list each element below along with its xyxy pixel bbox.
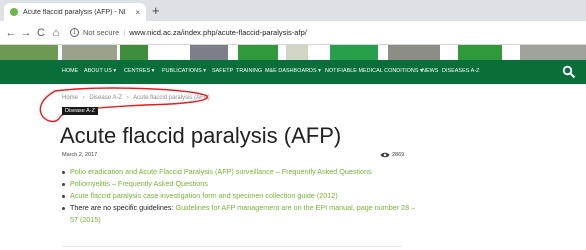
nav-item-home[interactable]: HOME	[62, 68, 78, 74]
resource-link[interactable]: Poliomyelitis – Frequently Asked Questio…	[70, 179, 208, 188]
browser-tab-strip: Acute flaccid paralysis (AFP) - NI × +	[0, 0, 586, 21]
address-separator: |	[123, 28, 126, 37]
banner-image	[520, 45, 586, 60]
nav-item-news[interactable]: NEWS	[422, 68, 438, 74]
nav-item-diseases-a-z[interactable]: DISEASES A-Z	[442, 68, 479, 74]
browser-toolbar: ← → C ⌂ i Not secure | www.nicd.ac.za/in…	[0, 21, 586, 45]
tab-title: Acute flaccid paralysis (AFP) - NI	[23, 8, 126, 16]
guidelines-note: There are no specific guidelines:	[70, 203, 176, 212]
post-date: March 2, 2017	[62, 152, 98, 158]
nav-item-safetp[interactable]: SAFETP	[212, 68, 233, 74]
banner-image	[458, 45, 502, 60]
header-banner-images	[0, 45, 586, 60]
content-divider	[62, 246, 402, 247]
search-icon[interactable]	[562, 65, 576, 79]
view-count: 2869	[380, 152, 404, 158]
banner-image	[120, 45, 148, 60]
page-title: Acute flaccid paralysis (AFP)	[60, 123, 342, 148]
banner-image	[0, 45, 58, 60]
banner-image	[190, 45, 228, 60]
nav-item-centres[interactable]: CENTRES ▾	[124, 68, 154, 74]
red-annotation-circle	[39, 87, 208, 123]
eye-icon	[380, 152, 390, 158]
banner-image	[388, 45, 440, 60]
main-navigation: HOME ABOUT US ▾ CENTRES ▾ PUBLICATIONS ▾…	[0, 60, 586, 84]
resource-list: Polio eradication and Acute Flaccid Para…	[62, 166, 422, 226]
resource-link[interactable]: Polio eradication and Acute Flaccid Para…	[70, 167, 372, 176]
list-item: Acute flaccid paralysis case investigati…	[62, 190, 422, 202]
reload-button[interactable]: C	[34, 27, 48, 39]
nav-item-notifiable-medical-conditions[interactable]: NOTIFIABLE MEDICAL CONDITIONS ▾	[325, 68, 423, 74]
security-label: Not secure	[83, 28, 120, 37]
list-item: There are no specific guidelines: Guidel…	[62, 202, 422, 226]
new-tab-button[interactable]: +	[152, 3, 160, 18]
list-item: Poliomyelitis – Frequently Asked Questio…	[62, 178, 422, 190]
forward-button[interactable]: →	[19, 27, 33, 39]
info-icon[interactable]: i	[70, 28, 79, 37]
nav-item-training[interactable]: TRAINING	[236, 68, 262, 74]
banner-image	[238, 45, 278, 60]
address-bar[interactable]: i Not secure | www.nicd.ac.za/index.php/…	[70, 24, 586, 42]
category-tag[interactable]: Disease A-Z	[62, 107, 98, 115]
nav-item-me-dashboards[interactable]: M&E DASHBOARDS ▾	[265, 68, 321, 74]
url-text[interactable]: www.nicd.ac.za/index.php/acute-flaccid-p…	[129, 28, 307, 37]
back-button[interactable]: ←	[4, 27, 18, 39]
view-count-value: 2869	[392, 152, 405, 158]
browser-tab[interactable]: Acute flaccid paralysis (AFP) - NI ×	[4, 3, 146, 21]
nav-item-about-us[interactable]: ABOUT US ▾	[84, 68, 116, 74]
list-item: Polio eradication and Acute Flaccid Para…	[62, 166, 422, 178]
tab-close-icon[interactable]: ×	[135, 8, 140, 17]
banner-image	[62, 45, 117, 60]
home-button[interactable]: ⌂	[49, 27, 63, 39]
banner-image	[286, 45, 308, 60]
banner-image	[330, 45, 378, 60]
resource-link[interactable]: Acute flaccid paralysis case investigati…	[70, 191, 338, 200]
nav-item-publications[interactable]: PUBLICATIONS ▾	[162, 68, 206, 74]
site-favicon-icon	[10, 8, 18, 16]
